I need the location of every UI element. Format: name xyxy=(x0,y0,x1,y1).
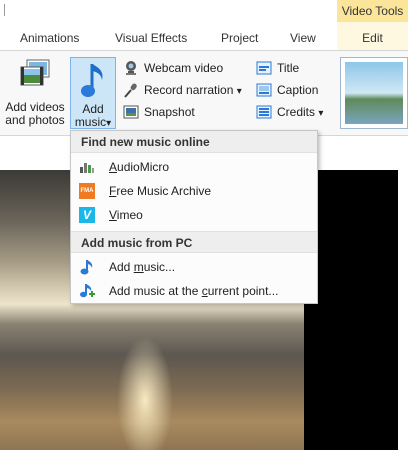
video-tools-context-header: Video Tools xyxy=(337,0,408,22)
record-narration-label: Record narration ▾ xyxy=(144,83,242,97)
chevron-down-icon: ▾ xyxy=(106,118,112,129)
theme-preview-image xyxy=(345,62,403,124)
add-music-label-2: music▾ xyxy=(74,115,112,130)
vimeo-label: Vimeo xyxy=(109,208,143,222)
caption-icon xyxy=(256,82,272,98)
title-divider xyxy=(4,4,5,16)
credits-label: Credits ▾ xyxy=(277,105,324,119)
add-music-current-point-label: Add music at the current point... xyxy=(109,284,279,298)
snapshot-label: Snapshot xyxy=(144,105,195,119)
ribbon-tabs: Animations Visual Effects Project View E… xyxy=(0,22,408,51)
music-note-add-icon xyxy=(79,283,95,299)
menu-item-add-music-current-point[interactable]: Add music at the current point... xyxy=(71,279,317,303)
title-bar: Video Tools xyxy=(0,0,408,22)
audiomicro-label: AudioMicro xyxy=(109,160,170,174)
add-music-button[interactable]: Add music▾ xyxy=(70,57,116,129)
webcam-video-label: Webcam video xyxy=(144,61,224,75)
add-music-dropdown-menu: Find new music online AudioMicro FMA Fre… xyxy=(70,130,318,304)
webcam-icon xyxy=(123,60,139,76)
add-music-item-label: Add music... xyxy=(109,260,176,274)
chevron-down-icon: ▾ xyxy=(236,86,242,97)
audiomicro-icon xyxy=(79,159,95,175)
tab-view[interactable]: View xyxy=(290,22,316,50)
autoMovie-theme-thumbnail[interactable] xyxy=(340,57,408,129)
menu-item-add-music[interactable]: Add music... xyxy=(71,255,317,279)
menu-item-audiomicro[interactable]: AudioMicro xyxy=(71,155,317,179)
add-videos-photos-icon xyxy=(19,59,51,89)
tab-animations[interactable]: Animations xyxy=(20,22,79,50)
title-label: Title xyxy=(277,61,300,75)
add-videos-photos-button[interactable]: Add videos and photos xyxy=(0,57,70,129)
microphone-icon xyxy=(123,82,139,98)
credits-icon xyxy=(256,104,272,120)
music-note-icon xyxy=(80,62,106,100)
music-note-icon xyxy=(79,259,95,275)
add-videos-label-2: and photos xyxy=(5,113,65,127)
add-music-from-pc-heading: Add music from PC xyxy=(71,231,317,253)
fma-icon: FMA xyxy=(79,183,95,199)
tab-project[interactable]: Project xyxy=(221,22,258,50)
preview-black-panel xyxy=(304,170,398,450)
free-music-archive-label: Free Music Archive xyxy=(109,184,212,198)
menu-item-vimeo[interactable]: V Vimeo xyxy=(71,203,317,227)
caption-label: Caption xyxy=(277,83,319,97)
title-icon xyxy=(256,60,272,76)
menu-item-free-music-archive[interactable]: FMA Free Music Archive xyxy=(71,179,317,203)
chevron-down-icon: ▾ xyxy=(318,108,324,119)
vimeo-icon: V xyxy=(79,207,95,223)
find-music-online-heading: Find new music online xyxy=(71,131,317,153)
tab-edit[interactable]: Edit xyxy=(337,22,408,50)
tab-visual-effects[interactable]: Visual Effects xyxy=(115,22,187,50)
ribbon-home: Add videos and photos Add music▾ Webcam … xyxy=(0,51,408,136)
snapshot-icon xyxy=(123,104,139,120)
